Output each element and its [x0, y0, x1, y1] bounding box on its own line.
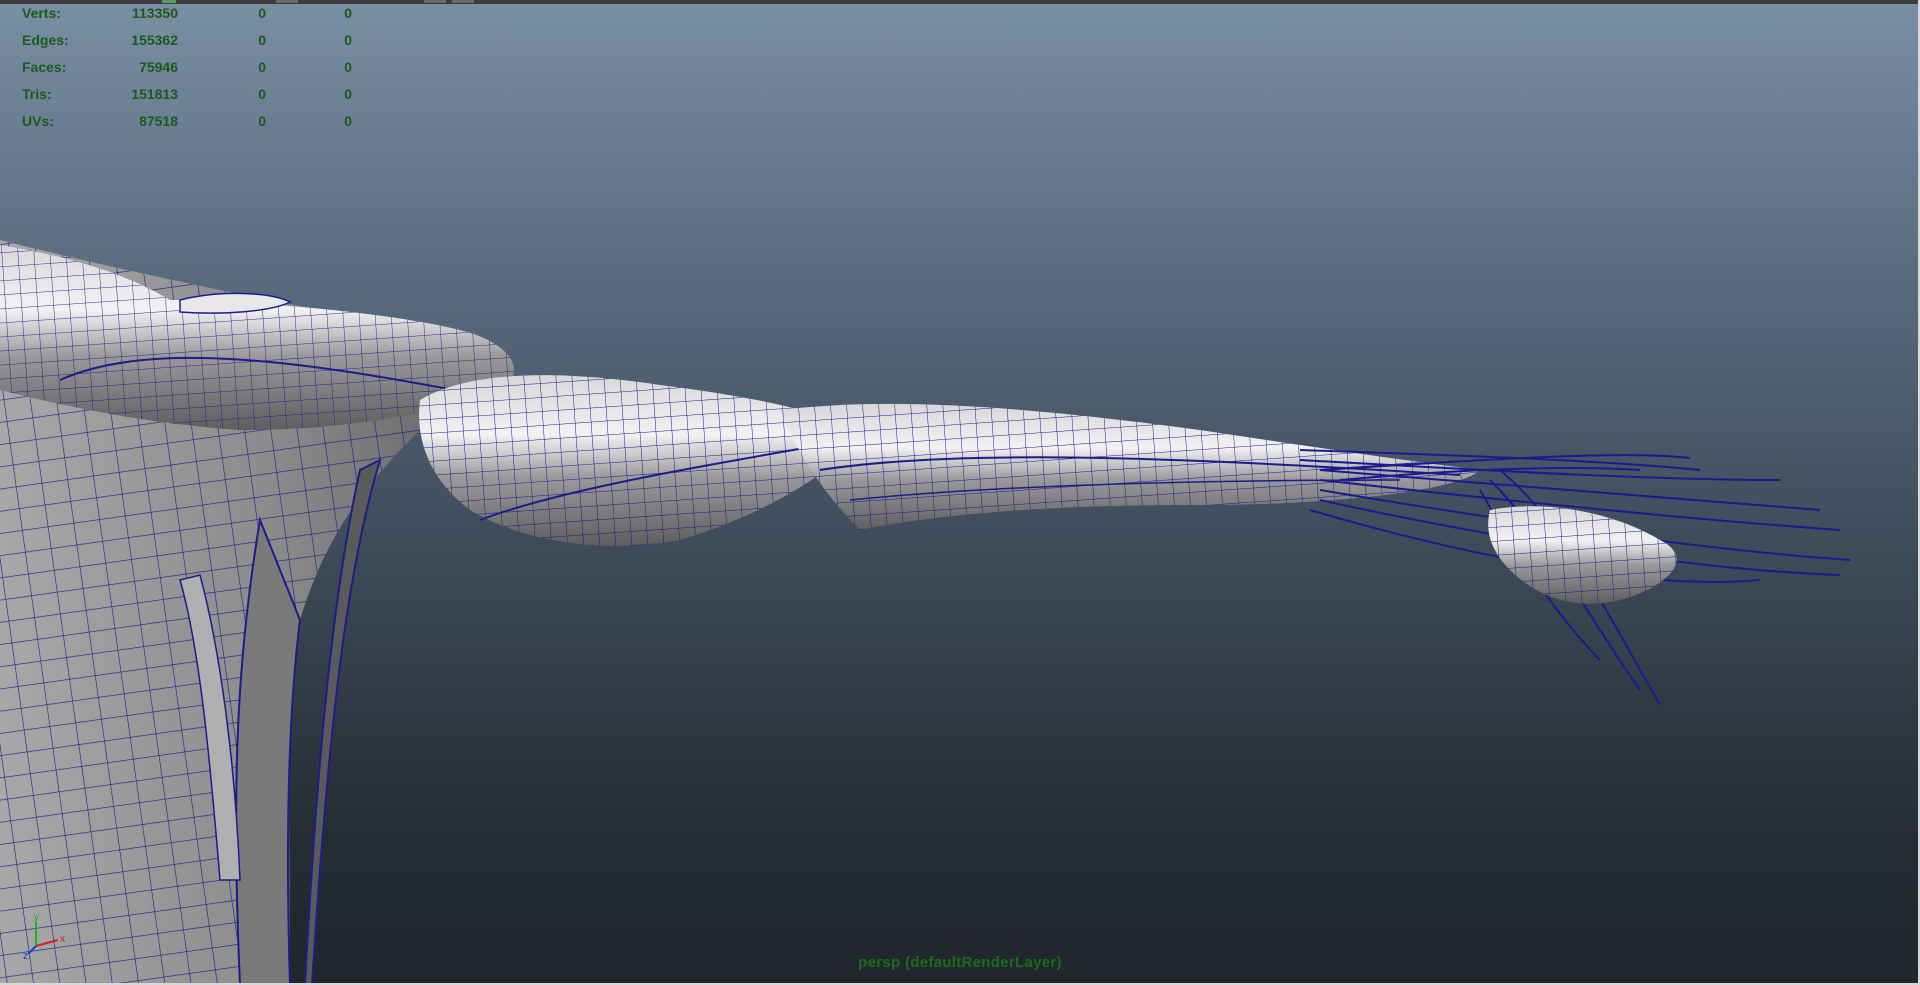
3d-viewport[interactable]: Verts: 113350 0 0 Edges: 155362 0 0 Face…	[0, 0, 1920, 985]
hud-total: 155362	[131, 32, 178, 48]
hud-label: Edges:	[22, 32, 69, 48]
z-axis-line	[27, 945, 37, 955]
hud-selected: 0	[258, 113, 266, 129]
hud-component: 0	[344, 32, 352, 48]
y-axis-label: y	[34, 912, 39, 923]
upper-arm-mesh[interactable]	[419, 375, 860, 546]
hand-mesh[interactable]	[1488, 506, 1677, 604]
hud-total: 151813	[131, 86, 178, 102]
axis-orientation-icon: y x z	[23, 912, 65, 960]
hud-total: 75946	[139, 59, 178, 75]
hud-selected: 0	[258, 5, 266, 21]
x-axis-label: x	[60, 934, 65, 945]
hud-row-tris: Tris: 151813 0 0	[0, 84, 360, 104]
camera-name-label: persp (defaultRenderLayer)	[858, 954, 1062, 971]
x-axis-line	[35, 939, 59, 947]
hud-component: 0	[344, 59, 352, 75]
hud-component: 0	[344, 5, 352, 21]
hud-component: 0	[344, 86, 352, 102]
hud-row-verts: Verts: 113350 0 0	[0, 3, 360, 23]
hud-label: Verts:	[22, 5, 61, 21]
hud-label: Faces:	[22, 59, 67, 75]
hud-component: 0	[344, 113, 352, 129]
hud-label: UVs:	[22, 113, 54, 129]
hud-selected: 0	[258, 32, 266, 48]
arm-muscle-mesh[interactable]	[0, 0, 1920, 985]
hud-row-edges: Edges: 155362 0 0	[0, 30, 360, 50]
hud-total: 87518	[139, 113, 178, 129]
hud-total: 113350	[132, 5, 178, 21]
hud-label: Tris:	[22, 86, 52, 102]
hud-selected: 0	[258, 59, 266, 75]
hud-row-faces: Faces: 75946 0 0	[0, 57, 360, 77]
hud-selected: 0	[258, 86, 266, 102]
hud-row-uvs: UVs: 87518 0 0	[0, 111, 360, 131]
